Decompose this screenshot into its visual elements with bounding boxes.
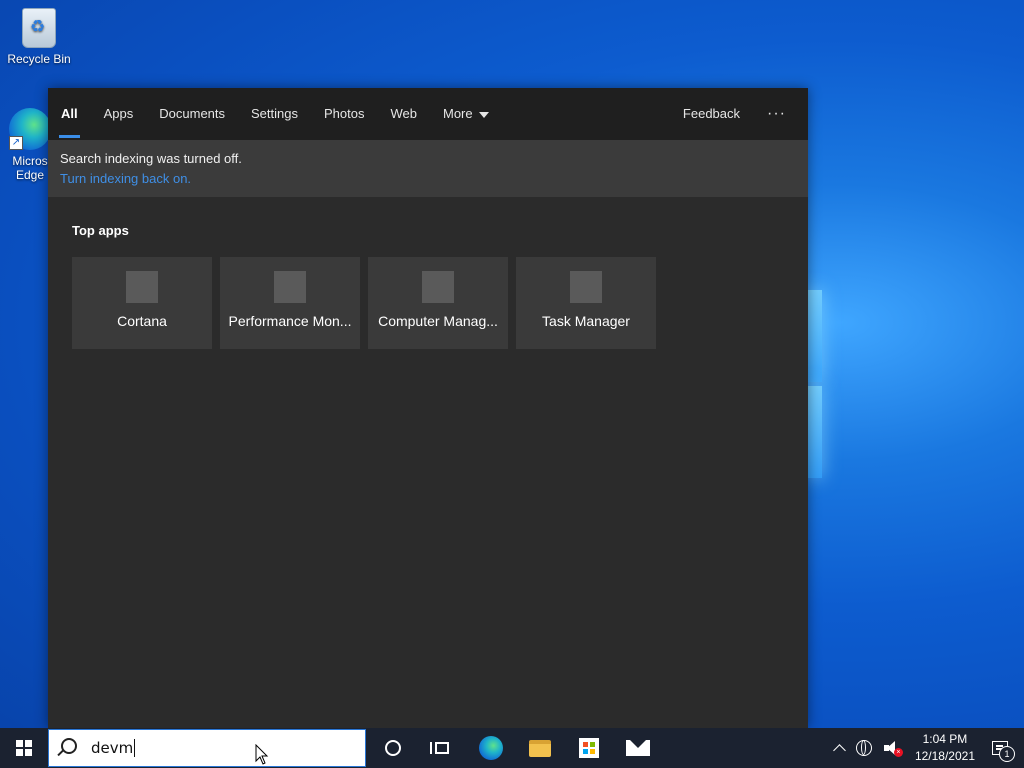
top-apps-list: Cortana Performance Mon... Computer Mana…: [72, 257, 656, 349]
cortana-icon: [384, 740, 401, 756]
tab-settings[interactable]: Settings: [238, 88, 311, 140]
tab-label: Settings: [251, 106, 298, 121]
tab-all[interactable]: All: [48, 88, 91, 140]
taskbar-search-box[interactable]: devm: [48, 729, 366, 767]
turn-indexing-on-link[interactable]: Turn indexing back on.: [60, 171, 191, 186]
tab-label: Documents: [159, 106, 226, 121]
app-tile-task-manager[interactable]: Task Manager: [516, 257, 656, 349]
network-button[interactable]: [850, 728, 878, 768]
network-globe-icon: [855, 740, 872, 756]
tab-label: Photos: [324, 106, 365, 121]
tab-more[interactable]: More: [430, 88, 502, 140]
tab-label: Apps: [103, 106, 134, 121]
cortana-app-icon: [126, 271, 158, 303]
edge-icon: [478, 736, 503, 760]
text-caret: [134, 739, 136, 757]
mail-icon: [625, 738, 650, 756]
shortcut-arrow-icon: ↗: [9, 136, 23, 150]
taskbar-file-explorer-button[interactable]: [515, 728, 564, 768]
system-tray: × 1:04 PM 12/18/2021 1: [829, 728, 1024, 768]
app-tile-label: Computer Manag...: [378, 313, 498, 329]
clock-time: 1:04 PM: [922, 732, 968, 746]
notification-icon: 1: [992, 741, 1015, 762]
task-manager-app-icon: [570, 271, 602, 303]
wallpaper-pane-upper: [808, 290, 822, 382]
chevron-down-icon: [478, 111, 489, 118]
tab-photos[interactable]: Photos: [311, 88, 377, 140]
tab-web[interactable]: Web: [377, 88, 430, 140]
desktop-icon-label: Recycle Bin: [7, 52, 71, 66]
show-hidden-icons-button[interactable]: [829, 728, 850, 768]
indexing-notice-message: Search indexing was turned off.: [60, 151, 242, 166]
app-tile-label: Task Manager: [542, 313, 630, 329]
store-icon: [578, 738, 599, 758]
file-explorer-icon: [528, 739, 551, 757]
performance-monitor-app-icon: [274, 271, 306, 303]
tab-label: Web: [390, 106, 417, 121]
wallpaper-pane-lower: [808, 386, 822, 478]
chevron-up-icon: [833, 744, 846, 757]
app-tile-computer-management[interactable]: Computer Manag...: [368, 257, 508, 349]
desktop-icon-recycle-bin[interactable]: Recycle Bin: [1, 8, 77, 66]
more-options-icon[interactable]: ···: [753, 88, 808, 140]
app-tile-label: Cortana: [117, 313, 167, 329]
indexing-notice: Search indexing was turned off. Turn ind…: [48, 140, 808, 197]
windows-logo-icon: [16, 740, 32, 756]
edge-icon: ↗: [9, 108, 51, 150]
task-view-icon: [429, 742, 449, 754]
tab-label: All: [61, 106, 78, 121]
tab-apps[interactable]: Apps: [91, 88, 147, 140]
clock-date: 12/18/2021: [914, 749, 975, 763]
clock[interactable]: 1:04 PM 12/18/2021: [906, 728, 984, 768]
speaker-muted-icon: ×: [883, 741, 903, 757]
taskbar-store-button[interactable]: [564, 728, 613, 768]
app-tile-cortana[interactable]: Cortana: [72, 257, 212, 349]
taskbar: devm × 1:04 PM 12/18/2021 1: [0, 728, 1024, 768]
volume-button[interactable]: ×: [878, 728, 906, 768]
recycle-bin-icon: [22, 8, 56, 48]
search-tabs: All Apps Documents Settings Photos Web M…: [48, 88, 808, 140]
cortana-button[interactable]: [368, 728, 417, 768]
feedback-button[interactable]: Feedback: [670, 88, 753, 140]
taskbar-edge-button[interactable]: [466, 728, 515, 768]
start-button[interactable]: [0, 728, 48, 768]
search-icon: [61, 738, 77, 754]
computer-management-app-icon: [422, 271, 454, 303]
task-view-button[interactable]: [417, 728, 466, 768]
tab-documents[interactable]: Documents: [146, 88, 238, 140]
top-apps-heading: Top apps: [72, 223, 129, 238]
taskbar-mail-button[interactable]: [613, 728, 662, 768]
tab-label: More: [442, 106, 473, 121]
notification-count-badge: 1: [999, 746, 1015, 762]
app-tile-performance-monitor[interactable]: Performance Mon...: [220, 257, 360, 349]
feedback-label: Feedback: [682, 106, 741, 121]
search-flyout: All Apps Documents Settings Photos Web M…: [48, 88, 808, 728]
app-tile-label: Performance Mon...: [228, 313, 352, 329]
action-center-button[interactable]: 1: [984, 728, 1024, 768]
search-input[interactable]: devm: [91, 739, 133, 757]
